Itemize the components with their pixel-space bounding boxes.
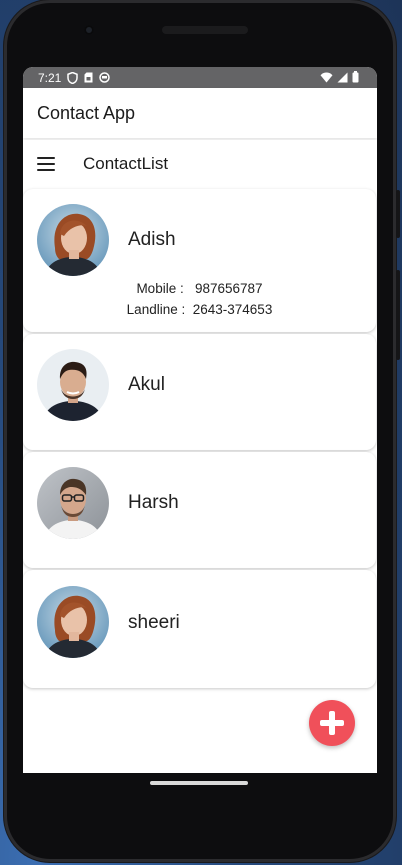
mobile-number: 987656787	[194, 281, 263, 296]
landline-number: 2643-374653	[192, 302, 273, 317]
signal-icon	[337, 72, 348, 86]
power-button	[396, 190, 400, 238]
volume-button	[396, 270, 400, 360]
landline-row: Landline : 2643-374653	[23, 299, 376, 320]
menu-icon[interactable]	[37, 157, 55, 171]
sim-card-icon	[84, 72, 93, 83]
app-screen: 7:21 Contact App ContactList Adish Mobil…	[23, 67, 377, 773]
contact-card-adish[interactable]: Adish Mobile : 987656787 Landline : 2643…	[23, 189, 376, 332]
contact-list-header: ContactList	[23, 140, 377, 188]
landline-label: Landline :	[126, 302, 186, 317]
status-time: 7:21	[38, 70, 62, 85]
avatar	[37, 586, 109, 658]
avatar	[37, 349, 109, 421]
status-bar: 7:21	[23, 67, 377, 88]
contact-card-harsh[interactable]: Harsh	[23, 452, 376, 568]
wifi-icon	[320, 72, 333, 86]
add-contact-button[interactable]	[309, 700, 355, 746]
app-bar: Contact App	[23, 88, 377, 138]
sync-icon	[99, 72, 111, 83]
app-title: Contact App	[37, 102, 136, 123]
contact-card-akul[interactable]: Akul	[23, 334, 376, 450]
contact-details: Mobile : 987656787 Landline : 2643-37465…	[23, 278, 376, 320]
home-gesture-bar[interactable]	[150, 781, 248, 785]
avatar	[37, 467, 109, 539]
contact-card-sheeri[interactable]: sheeri	[23, 570, 376, 688]
mobile-label: Mobile :	[136, 281, 184, 296]
contact-name: Akul	[128, 374, 165, 395]
contact-name: Adish	[128, 229, 176, 250]
mobile-row: Mobile : 987656787	[23, 278, 376, 299]
status-icons	[320, 71, 359, 86]
page-title: ContactList	[83, 154, 169, 173]
contact-name: Harsh	[128, 492, 179, 513]
battery-icon	[352, 71, 359, 86]
earpiece-speaker	[162, 26, 248, 34]
shield-icon	[67, 71, 79, 84]
front-camera	[84, 25, 94, 35]
contact-name: sheeri	[128, 612, 180, 633]
avatar	[37, 204, 109, 276]
